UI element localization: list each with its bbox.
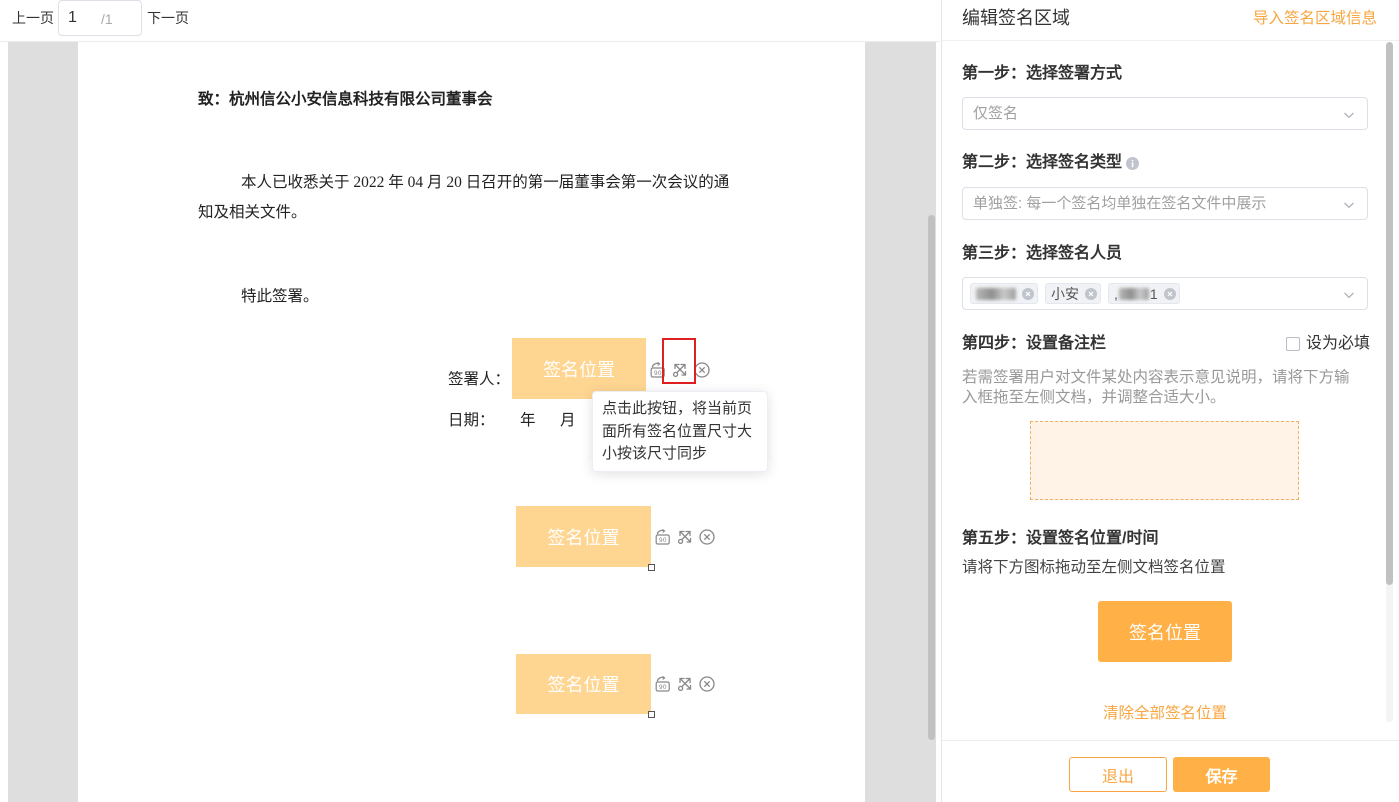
- document-canvas: 致：杭州信公小安信息科技有限公司董事会 本人已收悉关于 2022 年 04 月 …: [8, 42, 936, 802]
- year-label: 年: [520, 412, 536, 429]
- required-label[interactable]: 设为必填: [1306, 334, 1370, 354]
- rotate-90-icon[interactable]: 90: [655, 676, 671, 692]
- highlight-frame: [662, 338, 696, 384]
- document-scrollbar[interactable]: [928, 215, 935, 740]
- close-circle-icon[interactable]: [699, 676, 715, 692]
- panel-scrollbar[interactable]: [1386, 42, 1393, 585]
- close-circle-icon[interactable]: [694, 362, 710, 378]
- remark-description: 入框拖至左侧文档，并调整合适大小。: [962, 389, 1226, 406]
- required-checkbox[interactable]: [1286, 337, 1300, 351]
- tooltip-line: 面所有签名位置尺寸大: [602, 422, 753, 440]
- step4-title: 第四步：设置备注栏: [962, 335, 1107, 352]
- exit-button[interactable]: 退出: [1069, 757, 1167, 792]
- svg-text:90: 90: [659, 684, 667, 691]
- resize-handle[interactable]: [648, 564, 655, 571]
- panel-title: 编辑签名区域: [962, 8, 1070, 28]
- tag-close-icon[interactable]: [1085, 287, 1097, 300]
- signer-tag-prefix: ,: [1114, 285, 1118, 302]
- remark-description: 若需签署用户对文件某处内容表示意见说明，请将下方输: [962, 369, 1350, 386]
- paragraph-line: 知及相关文件。: [198, 204, 307, 221]
- document-viewer: 上一页 1 /1 下一页 致：杭州信公小安信息科技有限公司董事会 本人已收悉关于…: [0, 0, 940, 802]
- signer-tag: [970, 283, 1038, 304]
- edit-signature-panel: 编辑签名区域 导入签名区域信息 第一步：选择签署方式 仅签名 第二步：选择签名类…: [941, 0, 1399, 802]
- save-button[interactable]: 保存: [1173, 757, 1270, 792]
- remark-input-draggable[interactable]: [1030, 421, 1299, 500]
- divider: [942, 40, 1399, 41]
- date-label: 日期：: [448, 412, 495, 429]
- signature-box[interactable]: 签名位置: [516, 654, 651, 714]
- document-page: 致：杭州信公小安信息科技有限公司董事会 本人已收悉关于 2022 年 04 月 …: [78, 42, 865, 802]
- signer-tag-label: 小安: [1051, 285, 1079, 302]
- clear-all-signatures-link[interactable]: 清除全部签名位置: [962, 704, 1368, 724]
- sign-method-value: 仅签名: [973, 105, 1019, 122]
- chevron-down-icon: [1344, 202, 1354, 209]
- month-label: 月: [560, 412, 576, 429]
- sync-size-icon[interactable]: [677, 529, 693, 545]
- page-number-value: 1: [68, 9, 77, 26]
- svg-text:90: 90: [654, 370, 662, 377]
- close-circle-icon[interactable]: [699, 529, 715, 545]
- addressee: 致：杭州信公小安信息科技有限公司董事会: [198, 91, 493, 108]
- tag-close-icon[interactable]: [1163, 287, 1176, 300]
- page-number-input[interactable]: 1 /1: [58, 0, 142, 36]
- sync-size-tooltip: 点击此按钮，将当前页 面所有签名位置尺寸大 小按该尺寸同步: [592, 391, 768, 472]
- import-signature-area-link[interactable]: 导入签名区域信息: [1253, 9, 1377, 29]
- footer-divider: [942, 740, 1399, 741]
- tag-close-icon[interactable]: [1022, 287, 1034, 300]
- signature-position-draggable[interactable]: 签名位置: [1098, 601, 1232, 662]
- signature-box[interactable]: 签名位置: [516, 506, 651, 567]
- signer-tag-suffix: 1: [1149, 285, 1158, 302]
- step2-title: 第二步：选择签名类型: [962, 154, 1123, 171]
- sign-method-select[interactable]: 仅签名: [962, 97, 1368, 130]
- signature-type-value: 单独签: 每一个签名均单独在签名文件中展示: [973, 195, 1267, 212]
- signer-tags: 小安 , 1: [970, 283, 1180, 304]
- next-page-button[interactable]: 下一页: [147, 9, 189, 27]
- tooltip-line: 点击此按钮，将当前页: [602, 400, 753, 417]
- info-icon[interactable]: [1126, 157, 1139, 170]
- signer-tag: 小安: [1045, 283, 1101, 304]
- svg-text:90: 90: [659, 537, 667, 544]
- page-total: /1: [101, 11, 113, 27]
- signature-type-select[interactable]: 单独签: 每一个签名均单独在签名文件中展示: [962, 187, 1368, 220]
- signer-multi-select[interactable]: 小安 , 1: [962, 277, 1368, 310]
- resize-handle[interactable]: [648, 711, 655, 718]
- prev-page-button[interactable]: 上一页: [12, 9, 54, 27]
- paragraph-line: 本人已收悉关于 2022 年 04 月 20 日召开的第一届董事会第一次会议的通: [241, 174, 730, 191]
- chevron-down-icon: [1344, 292, 1354, 299]
- sync-size-icon[interactable]: [677, 676, 693, 692]
- chevron-down-icon: [1344, 112, 1354, 119]
- masked-name: [976, 287, 1016, 300]
- masked-name: [1118, 287, 1149, 300]
- pager-toolbar: 上一页 1 /1 下一页: [0, 0, 940, 42]
- step1-title: 第一步：选择签署方式: [962, 65, 1123, 82]
- tooltip-line: 小按该尺寸同步: [602, 445, 708, 462]
- rotate-90-icon[interactable]: 90: [655, 529, 671, 545]
- signer-tag: , 1: [1108, 283, 1180, 304]
- drag-hint: 请将下方图标拖动至左侧文档签名位置: [962, 559, 1226, 576]
- signature-box[interactable]: 签名位置: [512, 338, 646, 399]
- signer-label: 签署人：: [448, 371, 511, 388]
- step3-title: 第三步：选择签名人员: [962, 245, 1123, 262]
- step5-title: 第五步：设置签名位置/时间: [962, 530, 1159, 547]
- closing-line: 特此签署。: [241, 288, 319, 305]
